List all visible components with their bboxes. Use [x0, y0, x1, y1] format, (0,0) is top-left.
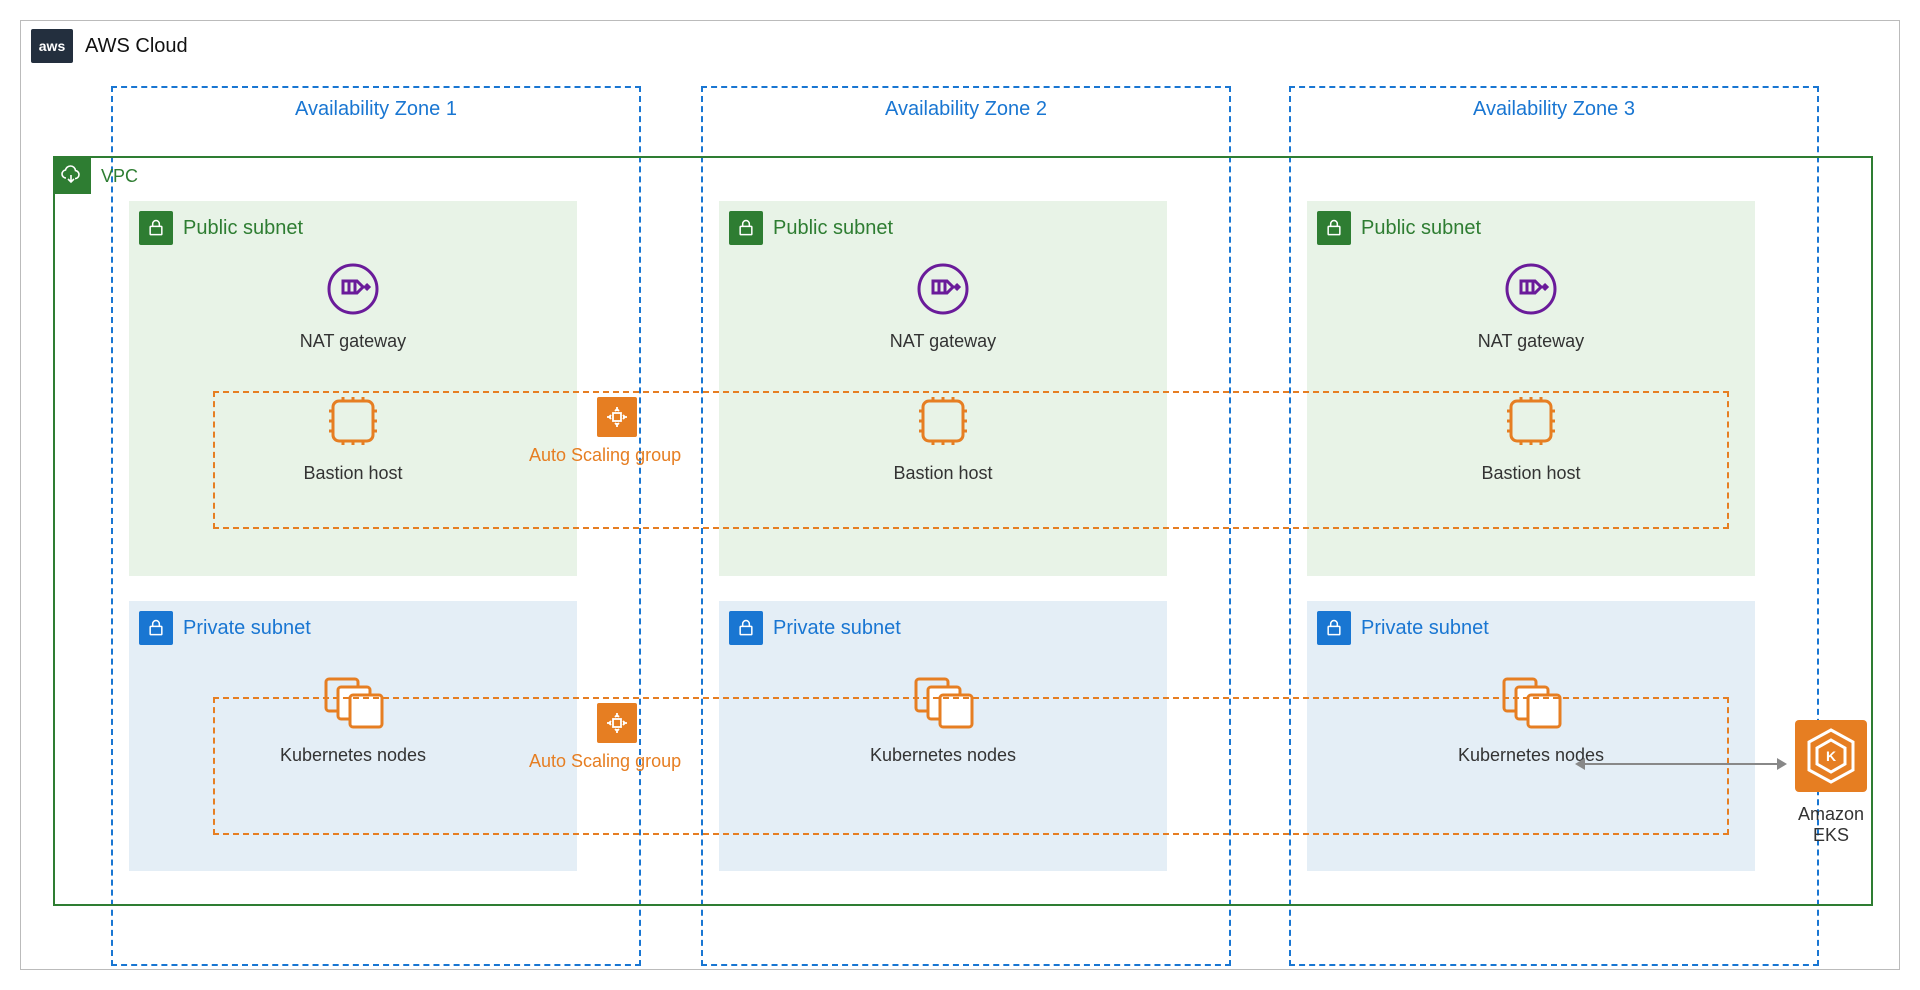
az-label: Availability Zone 3 [1291, 98, 1817, 121]
public-subnet-label: Public subnet [773, 217, 893, 240]
nat-gateway: NAT gateway [863, 257, 1023, 352]
auto-scaling-group-icon [597, 703, 637, 743]
amazon-eks-label: Amazon EKS [1781, 804, 1881, 846]
nat-gateway: NAT gateway [273, 257, 433, 352]
private-subnet-icon [139, 611, 173, 645]
aws-cloud-label: AWS Cloud [85, 35, 188, 58]
nat-gateway: NAT gateway [1451, 257, 1611, 352]
auto-scaling-group-label: Auto Scaling group [529, 445, 681, 466]
svg-text:K: K [1826, 748, 1836, 764]
nat-gateway-label: NAT gateway [273, 331, 433, 352]
public-subnet-label: Public subnet [183, 217, 303, 240]
az-label: Availability Zone 1 [113, 98, 639, 121]
amazon-eks: K Amazon EKS [1781, 716, 1881, 846]
public-subnet-label: Public subnet [1361, 217, 1481, 240]
auto-scaling-group-label: Auto Scaling group [529, 751, 681, 772]
auto-scaling-group-bastion [213, 391, 1729, 529]
private-subnet-label: Private subnet [183, 617, 311, 640]
auto-scaling-group-nodes [213, 697, 1729, 835]
private-subnet-icon [1317, 611, 1351, 645]
public-subnet-icon [1317, 211, 1351, 245]
private-subnet-label: Private subnet [1361, 617, 1489, 640]
nat-gateway-label: NAT gateway [863, 331, 1023, 352]
az-label: Availability Zone 2 [703, 98, 1229, 121]
private-subnet-icon [729, 611, 763, 645]
auto-scaling-group-icon [597, 397, 637, 437]
aws-cloud-container: aws AWS Cloud Availability Zone 1 Availa… [20, 20, 1900, 970]
public-subnet-icon [729, 211, 763, 245]
vpc-icon [53, 156, 91, 194]
eks-connector-arrow [1577, 763, 1785, 765]
vpc-label: VPC [101, 166, 138, 187]
aws-logo-icon: aws [31, 29, 73, 63]
nat-gateway-label: NAT gateway [1451, 331, 1611, 352]
public-subnet-icon [139, 211, 173, 245]
private-subnet-label: Private subnet [773, 617, 901, 640]
